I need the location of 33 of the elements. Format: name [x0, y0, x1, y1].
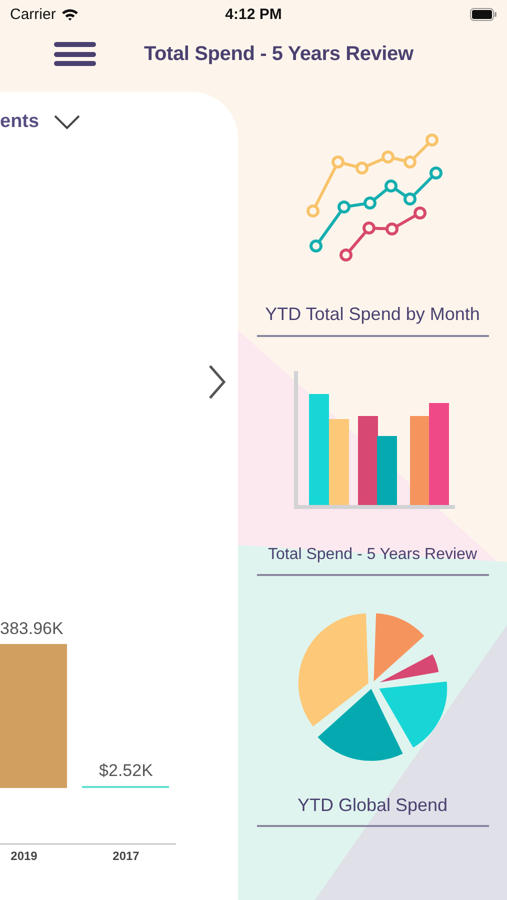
clock-time: 4:12 PM — [225, 6, 282, 22]
point — [386, 222, 398, 236]
point — [310, 240, 322, 252]
point — [364, 196, 376, 210]
value-label: 383.96K — [0, 619, 64, 638]
point — [414, 206, 426, 220]
next-button[interactable] — [208, 364, 226, 400]
report-title[interactable]: Total Spend - 5 Years Review — [256, 544, 488, 576]
point — [404, 192, 416, 206]
point — [384, 180, 398, 192]
point — [332, 156, 344, 168]
value-label: $2.52K — [99, 761, 153, 780]
battery-icon — [470, 8, 497, 20]
point — [340, 248, 352, 262]
axis-label: 2019 — [10, 849, 38, 863]
point — [306, 204, 320, 218]
carrier-label: Carrier — [10, 6, 56, 22]
point — [430, 166, 442, 180]
report-title[interactable]: YTD Total Spend by Month — [256, 303, 488, 336]
wifi-icon — [60, 8, 79, 20]
point — [338, 200, 350, 214]
point — [356, 162, 368, 174]
point — [426, 134, 438, 146]
point — [362, 222, 376, 234]
chevron-down-icon — [53, 114, 82, 130]
page-title: Total Spend - 5 Years Review — [144, 42, 414, 66]
menu-button[interactable] — [54, 42, 96, 66]
point — [382, 150, 394, 164]
bar — [377, 436, 397, 504]
report-title[interactable]: YTD Global Spend — [256, 794, 488, 827]
axis-label: 2017 — [112, 849, 140, 863]
report-selector[interactable]: ents — [0, 111, 82, 133]
point — [404, 156, 416, 168]
